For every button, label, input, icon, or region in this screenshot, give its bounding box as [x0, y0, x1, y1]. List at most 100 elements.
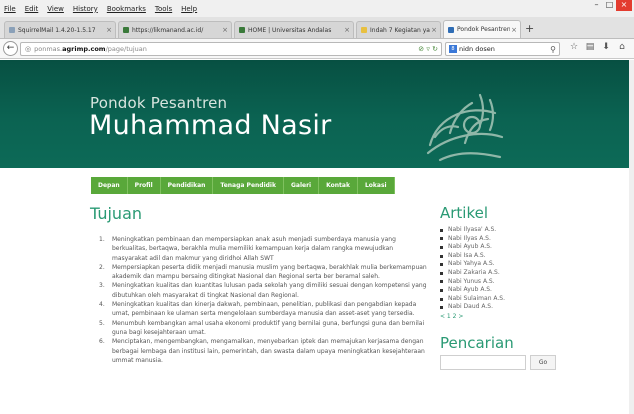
tujuan-item: 4. Meningkatkan kualitas dan kinerja dakw…: [90, 300, 430, 319]
calligraphy-logo: [426, 93, 504, 162]
menu-edit[interactable]: Edit: [25, 5, 39, 13]
minimize-button[interactable]: –: [590, 0, 603, 11]
url-path: /page/tujuan: [105, 45, 147, 53]
tujuan-item-number: 3.: [99, 282, 105, 290]
artikel-link[interactable]: Nabi Ilyas A.S.: [440, 235, 560, 244]
nav-link-depan[interactable]: Depan: [91, 177, 128, 194]
site-header: Pondok Pesantren Muhammad Nasir: [0, 60, 634, 168]
tab-strip: SquirrelMail 1.4.20-1.5.17 × https://likma…: [0, 17, 634, 39]
globe-icon: ◎: [25, 45, 32, 53]
url-prefix: ponmas.: [34, 45, 63, 53]
scrollbar[interactable]: [629, 60, 634, 414]
navigation-bar: ← ◎ ponmas. agrimp.com/page/tujuan ⊘ ▿ ↻ …: [0, 39, 634, 59]
menu-view[interactable]: View: [47, 5, 64, 13]
artikel-link-text: Nabi Ilyas A.S.: [448, 234, 491, 242]
search-engine-icon[interactable]: 8: [449, 45, 457, 53]
toolbar-icons: ☆ ▤ ⬇ ⌂: [566, 42, 630, 52]
menu-file[interactable]: File: [4, 5, 16, 13]
tujuan-item-text: Mempersiapkan peserta didik menjadi manu…: [112, 263, 427, 281]
artikel-link-text: Nabi Yahya A.S.: [448, 260, 495, 268]
bookmarks-list-icon[interactable]: ▤: [582, 42, 598, 52]
nav-link-lokasi[interactable]: Lokasi: [357, 177, 395, 194]
site-search-button[interactable]: Go: [530, 354, 556, 370]
tab-close-icon[interactable]: ×: [430, 26, 438, 34]
tab-close-icon[interactable]: ×: [510, 26, 518, 34]
menu-bar: File Edit View History Bookmarks Tools Help: [0, 0, 634, 17]
tujuan-list: 1. Meningkatkan pembinaan dan mempersiapk…: [90, 235, 430, 365]
download-icon[interactable]: ⬇: [598, 42, 614, 52]
tab-favicon-icon: [448, 26, 454, 33]
reload-icon[interactable]: ⊘ ▿ ↻: [418, 45, 438, 53]
tab-favicon-icon: [361, 27, 367, 33]
new-tab-button[interactable]: +: [525, 22, 534, 35]
browser-tab[interactable]: Pondok Pesantren Muham...×: [443, 20, 521, 38]
menu-tools[interactable]: Tools: [155, 5, 172, 13]
browser-tab[interactable]: https://likmanand.ac.id/ ×: [118, 21, 232, 38]
browser-tab[interactable]: Indah 7 Kegiatan yang Dap...×: [356, 21, 441, 38]
back-button[interactable]: ←: [3, 41, 18, 56]
artikel-link-text: Nabi Ayub A.S.: [448, 243, 492, 251]
nav-link-profil[interactable]: Profil: [127, 177, 161, 194]
nav-link-galeri[interactable]: Galeri: [283, 177, 320, 194]
tujuan-item: 6. Menciptakan, mengembangkan, mengamalka…: [90, 337, 430, 365]
menu-bookmarks[interactable]: Bookmarks: [107, 5, 146, 13]
tab-favicon-icon: [9, 27, 15, 33]
artikel-link[interactable]: Nabi Yunus A.S.: [440, 278, 560, 287]
bullet-icon: [440, 271, 443, 275]
nav-link-kontak[interactable]: Kontak: [319, 177, 358, 194]
bullet-icon: [440, 288, 443, 292]
artikel-link[interactable]: Nabi Ilyasa' A.S.: [440, 226, 560, 235]
artikel-pagination[interactable]: < 1 2 >: [440, 313, 560, 320]
site-search: Go: [440, 354, 560, 370]
tujuan-item-text: Menciptakan, mengembangkan, mengamalkan,…: [112, 338, 425, 364]
artikel-link[interactable]: Nabi Ayub A.S.: [440, 243, 560, 252]
artikel-link[interactable]: Nabi Zakaria A.S.: [440, 269, 560, 278]
artikel-link[interactable]: Nabi Daud A.S.: [440, 303, 560, 312]
home-icon[interactable]: ⌂: [614, 42, 630, 52]
artikel-link-text: Nabi Daud A.S.: [448, 303, 493, 311]
close-window-button[interactable]: ×: [616, 0, 632, 11]
tab-favicon-icon: [239, 27, 245, 33]
artikel-link[interactable]: Nabi Sulaiman A.S.: [440, 295, 560, 304]
bullet-icon: [440, 306, 443, 310]
tujuan-item: 5. Menumbuh kembangkan amal usaha ekonomi…: [90, 319, 430, 338]
browser-tab[interactable]: HOME | Universitas Andalas ×: [234, 21, 354, 38]
main-content: Tujuan 1. Meningkatkan pembinaan dan memp…: [90, 204, 430, 365]
pencarian-heading: Pencarian: [440, 333, 514, 352]
tujuan-item-number: 4.: [99, 301, 105, 309]
tujuan-item: 1. Meningkatkan pembinaan dan mempersiapk…: [90, 235, 430, 263]
tujuan-item-text: Menumbuh kembangkan amal usaha ekonomi p…: [112, 319, 425, 336]
tab-close-icon[interactable]: ×: [221, 26, 229, 34]
artikel-link[interactable]: Nabi Isa A.S.: [440, 252, 560, 261]
maximize-button[interactable]: □: [603, 0, 616, 11]
tab-close-icon[interactable]: ×: [343, 26, 351, 34]
artikel-link[interactable]: Nabi Ayub A.S.: [440, 286, 560, 295]
artikel-link[interactable]: Nabi Yahya A.S.: [440, 260, 560, 269]
site-search-input[interactable]: [440, 354, 526, 370]
bullet-icon: [440, 280, 443, 284]
search-bar[interactable]: 8 nidn dosen ⚲: [445, 42, 560, 56]
tujuan-item-number: 6.: [99, 338, 105, 346]
menu-help[interactable]: Help: [181, 5, 197, 13]
tujuan-item: 3. Meningkatkan kualitas dan kuantitas lu…: [90, 281, 430, 300]
window-controls: – □ ×: [590, 0, 632, 12]
artikel-link-text: Nabi Zakaria A.S.: [448, 268, 500, 276]
tujuan-item-text: Meningkatkan kualitas dan kuantitas lulu…: [112, 282, 427, 299]
menu-history[interactable]: History: [73, 5, 98, 13]
artikel-heading: Artikel: [440, 204, 489, 222]
bullet-icon: [440, 297, 443, 301]
search-icon[interactable]: ⚲: [550, 45, 556, 54]
artikel-link-text: Nabi Yunus A.S.: [448, 277, 495, 285]
artikel-link-text: Nabi Isa A.S.: [448, 251, 486, 259]
artikel-link-text: Nabi Ayub A.S.: [448, 286, 492, 294]
nav-link-tenaga-pendidik[interactable]: Tenaga Pendidik: [213, 177, 284, 194]
browser-tab[interactable]: SquirrelMail 1.4.20-1.5.17 ×: [4, 21, 116, 38]
nav-link-pendidikan[interactable]: Pendidikan: [160, 177, 214, 194]
bullet-icon: [440, 263, 443, 267]
bookmark-star-icon[interactable]: ☆: [566, 42, 582, 52]
address-bar[interactable]: ◎ ponmas. agrimp.com/page/tujuan ⊘ ▿ ↻: [20, 42, 442, 56]
tab-close-icon[interactable]: ×: [105, 26, 113, 34]
tujuan-item-text: Meningkatkan pembinaan dan mempersiapkan…: [112, 236, 396, 262]
tujuan-item-number: 2.: [99, 263, 105, 271]
search-query: nidn dosen: [459, 45, 495, 53]
